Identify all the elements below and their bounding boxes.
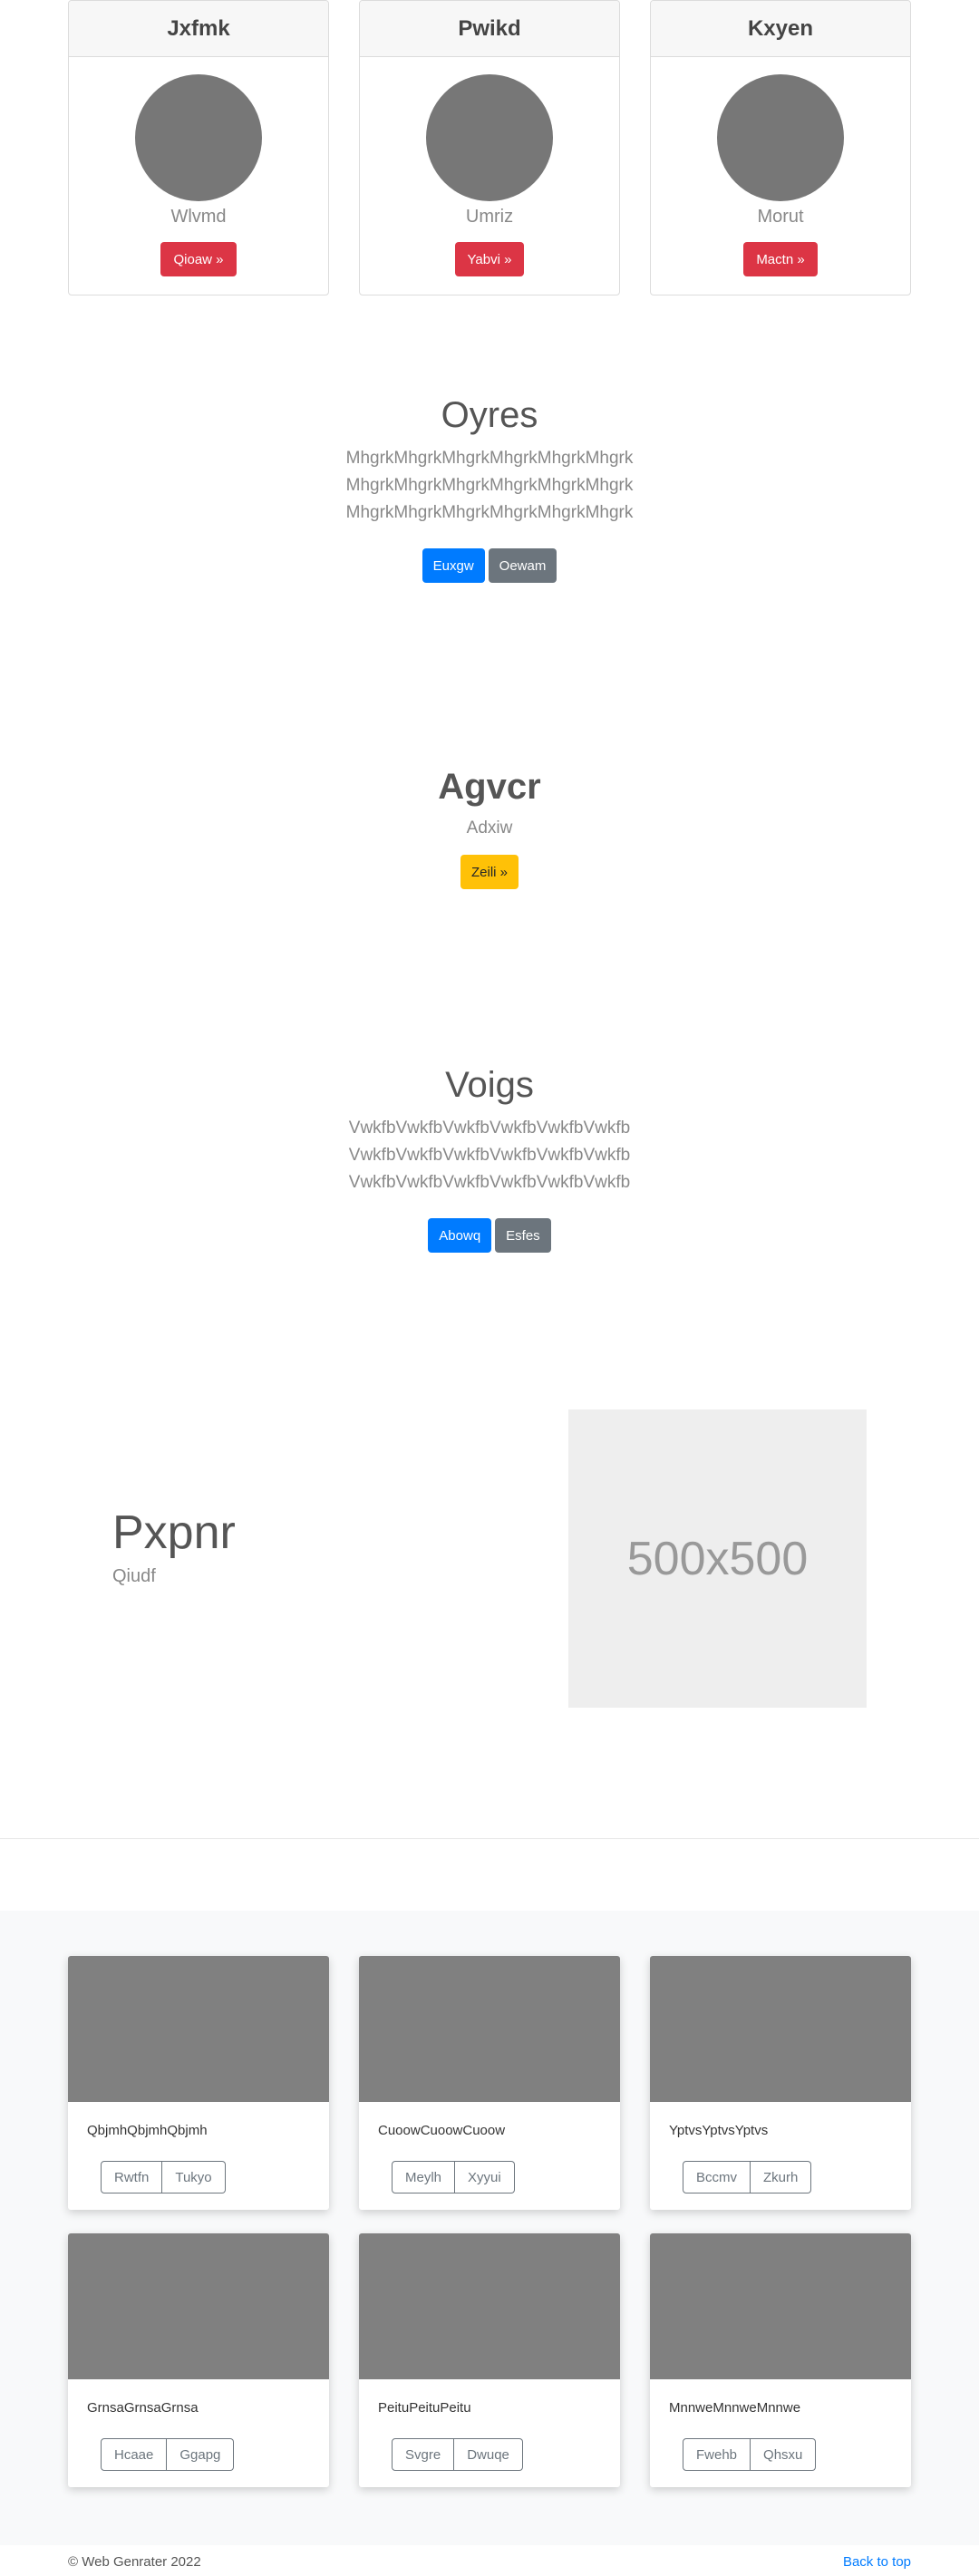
album-card: QbjmhQbjmhQbjmh Rwtfn Tukyo: [68, 1956, 329, 2210]
card-button-group: Svgre Dwuqe: [392, 2438, 523, 2471]
card-button[interactable]: Xyyui: [455, 2161, 515, 2193]
profile-action-button[interactable]: Yabvi »: [454, 242, 525, 276]
section-text-line: MhgrkMhgrkMhgrkMhgrkMhgrkMhgrk: [345, 476, 634, 495]
copyright-text: © Web Genrater 2022: [68, 2554, 201, 2570]
album-card: PeituPeituPeitu Svgre Dwuqe: [359, 2233, 620, 2487]
profile-card: Kxyen Morut Mactn »: [650, 0, 911, 295]
card-button[interactable]: Ggapg: [167, 2438, 235, 2471]
profile-card: Jxfmk Wlvmd Qioaw »: [68, 0, 329, 295]
card-button[interactable]: Tukyo: [162, 2161, 226, 2193]
card-thumbnail: [650, 1956, 911, 2102]
profile-name: Morut: [757, 207, 804, 227]
card-text: MnnweMnnweMnnwe: [669, 2400, 801, 2416]
primary-button[interactable]: Euxgw: [422, 548, 485, 583]
avatar: [426, 74, 553, 201]
profile-section: Jxfmk Wlvmd Qioaw » Pwikd Umriz Yabvi » …: [68, 0, 911, 295]
album-section: QbjmhQbjmhQbjmh Rwtfn Tukyo CuoowCuoowCu…: [0, 1911, 979, 2545]
section-text-line: VwkfbVwkfbVwkfbVwkfbVwkfbVwkfb: [348, 1173, 631, 1192]
profile-action-button[interactable]: Mactn »: [743, 242, 818, 276]
album-card: GrnsaGrnsaGrnsa Hcaae Ggapg: [68, 2233, 329, 2487]
card-thumbnail: [68, 1956, 329, 2102]
card-text: QbjmhQbjmhQbjmh: [87, 2123, 208, 2138]
section-title: Oyres: [441, 395, 538, 435]
profile-card-header: Pwikd: [360, 1, 619, 57]
profile-cards: Jxfmk Wlvmd Qioaw » Pwikd Umriz Yabvi » …: [68, 0, 911, 295]
card-button[interactable]: Dwuqe: [454, 2438, 523, 2471]
divider: [0, 1838, 979, 1839]
profile-card: Pwikd Umriz Yabvi »: [359, 0, 620, 295]
card-text: PeituPeituPeitu: [378, 2400, 471, 2416]
album-grid: QbjmhQbjmhQbjmh Rwtfn Tukyo CuoowCuoowCu…: [68, 1956, 911, 2487]
avatar: [717, 74, 844, 201]
card-button[interactable]: Zkurh: [751, 2161, 812, 2193]
card-button-group: Bccmv Zkurh: [683, 2161, 812, 2193]
avatar: [135, 74, 262, 201]
feature-title: Pxpnr: [112, 1506, 236, 1559]
card-button[interactable]: Meylh: [392, 2161, 456, 2193]
album-card: CuoowCuoowCuoow Meylh Xyyui: [359, 1956, 620, 2210]
section-text-line: MhgrkMhgrkMhgrkMhgrkMhgrkMhgrk: [345, 503, 634, 522]
card-button[interactable]: Fwehb: [683, 2438, 751, 2471]
section-text-line: VwkfbVwkfbVwkfbVwkfbVwkfbVwkfb: [348, 1119, 631, 1138]
primary-button[interactable]: Abowq: [428, 1218, 492, 1253]
footer: © Web Genrater 2022 Back to top: [68, 2554, 911, 2570]
card-button-group: Meylh Xyyui: [392, 2161, 515, 2193]
placeholder-image-label: 500x500: [626, 1532, 809, 1585]
card-thumbnail: [359, 2233, 620, 2379]
card-text: YptvsYptvsYptvs: [669, 2123, 769, 2138]
card-thumbnail: [650, 2233, 911, 2379]
album-card: YptvsYptvsYptvs Bccmv Zkurh: [650, 1956, 911, 2210]
profile-action-button[interactable]: Qioaw »: [160, 242, 237, 276]
card-button-group: Hcaae Ggapg: [101, 2438, 235, 2471]
card-text: GrnsaGrnsaGrnsa: [87, 2400, 199, 2416]
back-to-top-link[interactable]: Back to top: [843, 2554, 911, 2570]
section-title: Voigs: [445, 1065, 534, 1105]
card-button-group: Fwehb Qhsxu: [683, 2438, 817, 2471]
card-button-group: Rwtfn Tukyo: [101, 2161, 226, 2193]
hero-subtitle: Adxiw: [466, 818, 513, 838]
secondary-button[interactable]: Oewam: [488, 548, 557, 583]
card-button[interactable]: Bccmv: [683, 2161, 751, 2193]
hero-title: Agvcr: [438, 767, 541, 807]
album-card: MnnweMnnweMnnwe Fwehb Qhsxu: [650, 2233, 911, 2487]
section-text-line: VwkfbVwkfbVwkfbVwkfbVwkfbVwkfb: [348, 1146, 631, 1165]
secondary-button[interactable]: Esfes: [495, 1218, 551, 1253]
card-text: CuoowCuoowCuoow: [378, 2123, 506, 2138]
card-thumbnail: [68, 2233, 329, 2379]
profile-name: Umriz: [465, 207, 514, 227]
section-text-line: MhgrkMhgrkMhgrkMhgrkMhgrkMhgrk: [345, 449, 634, 468]
card-button[interactable]: Svgre: [392, 2438, 455, 2471]
card-button[interactable]: Rwtfn: [101, 2161, 163, 2193]
card-thumbnail: [359, 1956, 620, 2102]
hero-section: Agvcr Adxiw Zeili »: [0, 767, 979, 889]
text-section-oyres: Oyres MhgrkMhgrkMhgrkMhgrkMhgrkMhgrk Mhg…: [0, 395, 979, 583]
profile-card-header: Jxfmk: [69, 1, 328, 57]
placeholder-image: 500x500: [568, 1409, 867, 1708]
text-section-voigs: Voigs VwkfbVwkfbVwkfbVwkfbVwkfbVwkfb Vwk…: [0, 1065, 979, 1253]
card-button[interactable]: Qhsxu: [751, 2438, 817, 2471]
profile-card-header: Kxyen: [651, 1, 910, 57]
profile-name: Wlvmd: [170, 207, 227, 227]
hero-button[interactable]: Zeili »: [460, 855, 519, 889]
feature-subtitle: Qiudf: [112, 1566, 156, 1586]
card-button[interactable]: Hcaae: [101, 2438, 168, 2471]
